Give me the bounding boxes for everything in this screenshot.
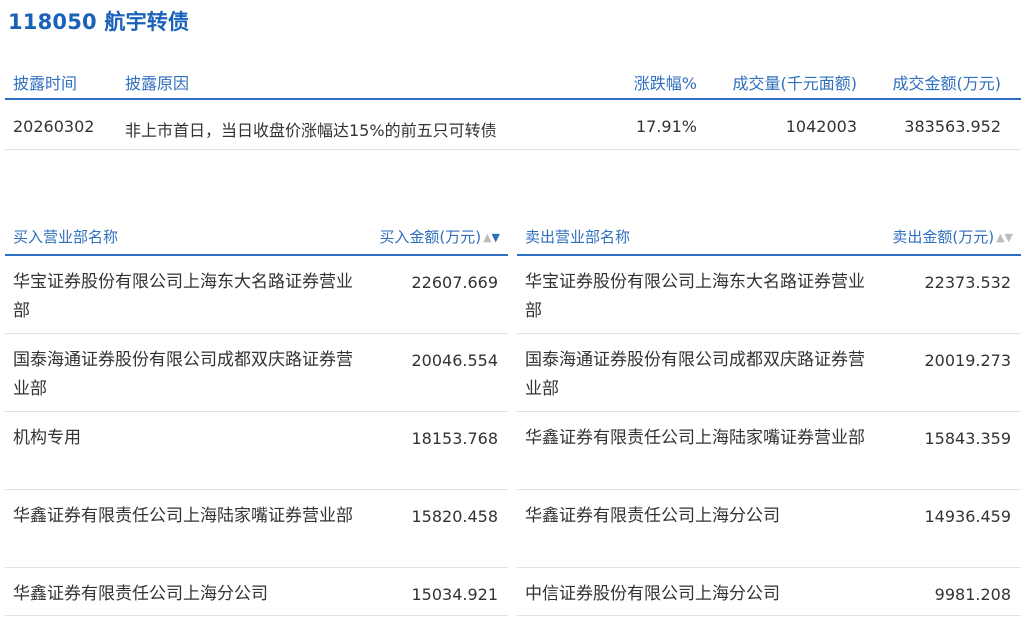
table-row: 华宝证券股份有限公司上海东大名路证券营业部 22373.532 bbox=[517, 256, 1021, 334]
sell-dept-name: 华宝证券股份有限公司上海东大名路证券营业部 bbox=[525, 272, 865, 321]
sell-amount: 15843.359 bbox=[924, 429, 1011, 448]
sell-amount: 14936.459 bbox=[924, 507, 1011, 526]
sell-dept-name: 国泰海通证券股份有限公司成都双庆路证券营业部 bbox=[525, 350, 865, 399]
disclosure-reason: 非上市首日，当日收盘价涨幅达15%的前五只可转债 bbox=[125, 121, 497, 140]
sell-dept-name: 中信证券股份有限公司上海分公司 bbox=[525, 584, 780, 604]
volume: 1042003 bbox=[785, 117, 857, 136]
turnover: 383563.952 bbox=[904, 117, 1001, 136]
sell-dept-header: 卖出营业部名称 bbox=[525, 228, 631, 246]
sell-table: 卖出营业部名称 卖出金额(万元) ▲▼ 华宝证券股份有限公司上海东大名路证券营业部… bbox=[517, 216, 1021, 616]
table-row: 中信证券股份有限公司上海分公司 9981.208 bbox=[517, 568, 1021, 616]
table-row: 华鑫证券有限责任公司上海陆家嘴证券营业部 15820.458 bbox=[5, 490, 508, 568]
sort-icon[interactable]: ▲▼ bbox=[996, 231, 1013, 244]
summary-row: 20260302 非上市首日，当日收盘价涨幅达15%的前五只可转债 17.91%… bbox=[5, 100, 1021, 150]
sell-amount-header[interactable]: 卖出金额(万元) ▲▼ bbox=[892, 226, 1013, 247]
header-disclosure-reason: 披露原因 bbox=[125, 74, 190, 93]
summary-table: 披露时间 披露原因 涨跌幅% 成交量(千元面额) 成交金额(万元) 202603… bbox=[5, 60, 1021, 150]
table-row: 国泰海通证券股份有限公司成都双庆路证券营业部 20046.554 bbox=[5, 334, 508, 412]
sell-amount: 22373.532 bbox=[924, 273, 1011, 292]
sort-up-icon: ▲ bbox=[483, 231, 492, 244]
buy-amount: 18153.768 bbox=[411, 429, 498, 448]
sell-dept-name: 华鑫证券有限责任公司上海分公司 bbox=[525, 506, 780, 526]
table-row: 机构专用 18153.768 bbox=[5, 412, 508, 490]
buy-dept-name: 国泰海通证券股份有限公司成都双庆路证券营业部 bbox=[13, 350, 353, 399]
table-row: 华鑫证券有限责任公司上海分公司 14936.459 bbox=[517, 490, 1021, 568]
buy-dept-name: 华宝证券股份有限公司上海东大名路证券营业部 bbox=[13, 272, 353, 321]
summary-header-row: 披露时间 披露原因 涨跌幅% 成交量(千元面额) 成交金额(万元) bbox=[5, 60, 1021, 100]
buy-amount: 22607.669 bbox=[411, 273, 498, 292]
sell-amount: 20019.273 bbox=[924, 351, 1011, 370]
table-row: 华鑫证券有限责任公司上海分公司 15034.921 bbox=[5, 568, 508, 616]
buy-amount: 20046.554 bbox=[411, 351, 498, 370]
buy-dept-name: 华鑫证券有限责任公司上海陆家嘴证券营业部 bbox=[13, 506, 353, 526]
buy-table: 买入营业部名称 买入金额(万元) ▲▼ 华宝证券股份有限公司上海东大名路证券营业部… bbox=[5, 216, 508, 616]
table-row: 华宝证券股份有限公司上海东大名路证券营业部 22607.669 bbox=[5, 256, 508, 334]
sell-dept-name: 华鑫证券有限责任公司上海陆家嘴证券营业部 bbox=[525, 428, 865, 448]
buy-dept-name: 机构专用 bbox=[13, 428, 81, 448]
table-row: 国泰海通证券股份有限公司成都双庆路证券营业部 20019.273 bbox=[517, 334, 1021, 412]
header-disclosure-date: 披露时间 bbox=[13, 74, 78, 93]
buy-dept-header: 买入营业部名称 bbox=[13, 228, 119, 246]
header-volume: 成交量(千元面额) bbox=[732, 74, 858, 93]
buy-amount-header-label: 买入金额(万元) bbox=[379, 228, 482, 246]
disclosure-date: 20260302 bbox=[13, 117, 95, 136]
sort-up-icon: ▲ bbox=[996, 231, 1005, 244]
buy-header-row: 买入营业部名称 买入金额(万元) ▲▼ bbox=[5, 216, 508, 256]
page-title: 118050 航宇转债 bbox=[8, 10, 190, 34]
sell-amount-header-label: 卖出金额(万元) bbox=[892, 228, 995, 246]
buy-amount: 15820.458 bbox=[411, 507, 498, 526]
sell-header-row: 卖出营业部名称 卖出金额(万元) ▲▼ bbox=[517, 216, 1021, 256]
sort-down-icon: ▼ bbox=[491, 231, 500, 244]
sell-amount: 9981.208 bbox=[934, 585, 1011, 604]
table-row: 华鑫证券有限责任公司上海陆家嘴证券营业部 15843.359 bbox=[517, 412, 1021, 490]
sort-icon[interactable]: ▲▼ bbox=[483, 231, 500, 244]
buy-dept-name: 华鑫证券有限责任公司上海分公司 bbox=[13, 584, 268, 604]
header-turnover: 成交金额(万元) bbox=[892, 74, 1002, 93]
header-change-pct: 涨跌幅% bbox=[633, 74, 697, 93]
sort-down-icon: ▼ bbox=[1004, 231, 1013, 244]
buy-amount-header[interactable]: 买入金额(万元) ▲▼ bbox=[379, 226, 500, 247]
change-pct: 17.91% bbox=[635, 117, 697, 136]
buy-amount: 15034.921 bbox=[411, 585, 498, 604]
